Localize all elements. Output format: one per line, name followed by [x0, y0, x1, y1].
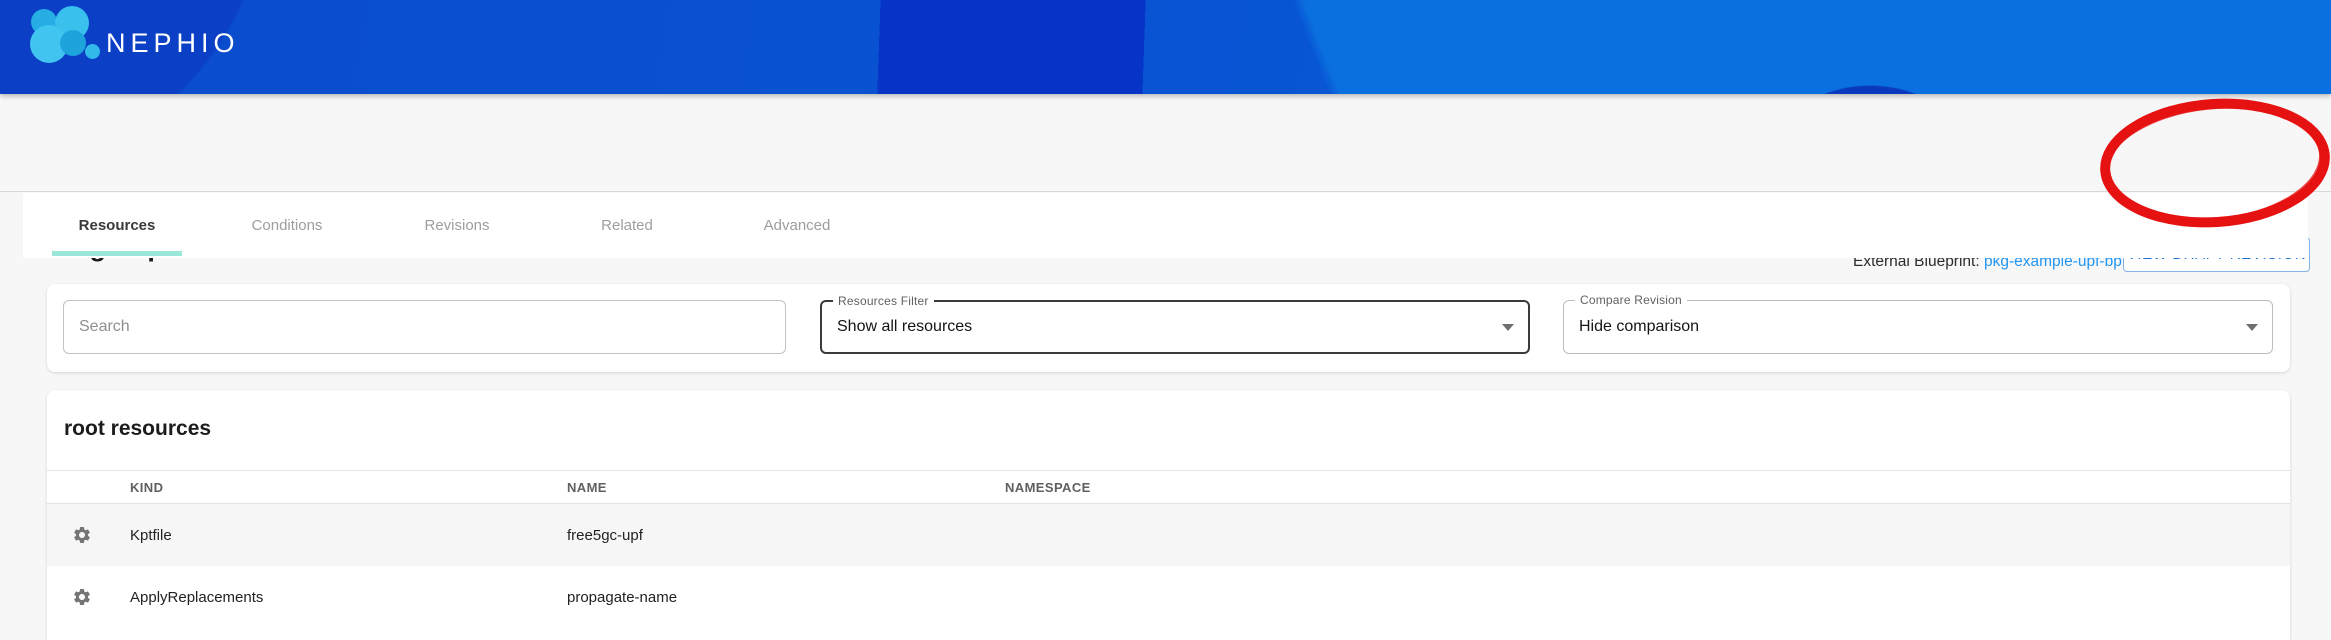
resources-table-card: root resources KIND NAME NAMESPACE Kptfi… — [47, 390, 2290, 640]
resources-filter-value: Show all resources — [837, 318, 972, 336]
table-row[interactable]: ApplyReplacements propagate-name — [47, 566, 2290, 628]
page-header: Package Management/edge02/free5gc-upf v1… — [0, 94, 2331, 192]
table-row[interactable]: Kptfile free5gc-upf — [47, 504, 2290, 566]
cell-kind: ApplyReplacements — [130, 589, 567, 606]
tab-resources[interactable]: Resources — [32, 193, 202, 258]
compare-revision-select[interactable]: Compare Revision Hide comparison — [1563, 300, 2273, 354]
cell-name: free5gc-upf — [567, 527, 1005, 544]
column-header-kind: KIND — [130, 480, 567, 495]
column-header-namespace: NAMESPACE — [1005, 480, 2290, 495]
resources-filter-select[interactable]: Resources Filter Show all resources — [820, 300, 1530, 354]
resources-filter-label: Resources Filter — [833, 294, 934, 308]
logo-circle — [60, 30, 86, 56]
dropdown-arrow-icon — [2246, 324, 2258, 331]
app-header: NEPHIO — [0, 0, 2331, 94]
dropdown-arrow-icon — [1502, 324, 1514, 331]
tab-advanced[interactable]: Advanced — [712, 193, 882, 258]
resources-table: KIND NAME NAMESPACE Kptfile free5gc-upf … — [47, 470, 2290, 628]
search-input[interactable] — [63, 300, 786, 354]
logo-circle — [85, 44, 100, 59]
compare-revision-label: Compare Revision — [1575, 293, 1687, 307]
table-header-row: KIND NAME NAMESPACE — [47, 470, 2290, 504]
settings-gear-icon[interactable] — [72, 525, 92, 545]
compare-revision-value: Hide comparison — [1579, 318, 1699, 336]
logo-wordmark: NEPHIO — [106, 28, 240, 59]
tabs-bar: Resources Conditions Revisions Related A… — [23, 193, 2308, 258]
section-title: root resources — [64, 417, 211, 441]
tab-conditions[interactable]: Conditions — [202, 193, 372, 258]
column-header-name: NAME — [567, 480, 1005, 495]
cell-kind: Kptfile — [130, 527, 567, 544]
cell-name: propagate-name — [567, 589, 1005, 606]
settings-gear-icon[interactable] — [72, 587, 92, 607]
filter-card: Resources Filter Show all resources Comp… — [47, 284, 2290, 372]
nephio-logo[interactable]: NEPHIO — [0, 0, 320, 94]
tab-revisions[interactable]: Revisions — [372, 193, 542, 258]
tab-related[interactable]: Related — [542, 193, 712, 258]
